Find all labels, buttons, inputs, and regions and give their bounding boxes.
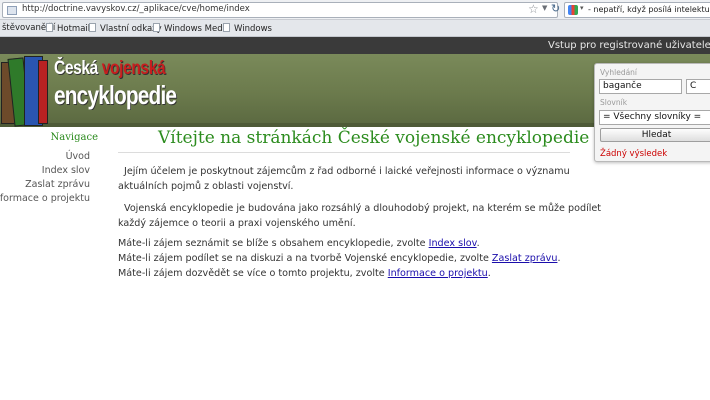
line-text: Máte-li zájem dozvědět se více o tomto p…: [118, 268, 388, 279]
nav-title: Navigace: [50, 132, 98, 143]
engine-dropdown-icon[interactable]: ▾: [580, 4, 584, 12]
page-title: Vítejte na stránkách České vojenské ency…: [158, 128, 590, 148]
project-paragraph: Vojenská encyklopedie je budována jako r…: [118, 201, 602, 231]
period: .: [557, 253, 561, 264]
bookmarks-bar: štěvovanější Hotmail Vlastní odkazy Wind…: [0, 20, 710, 37]
nav-item-informace[interactable]: Informace o projektu: [0, 193, 90, 204]
bookmark-label: Windows: [234, 24, 272, 34]
books-logo-icon: [0, 54, 50, 130]
bookmark-star-icon[interactable]: ☆: [528, 2, 539, 16]
links-paragraph: Máte-li zájem seznámit se blíže s obsahe…: [118, 236, 578, 281]
text-line: Máte-li zájem dozvědět se více o tomto p…: [118, 266, 578, 281]
link-zaslat-zpravu[interactable]: Zaslat zprávu: [492, 253, 558, 264]
browser-toolbar: http://doctrine.vavyskov.cz/_aplikace/cv…: [0, 0, 710, 20]
search-result: Žádný výsledek: [600, 149, 668, 159]
text-line: každý zájemce o teorii a praxi vojenskéh…: [118, 218, 356, 229]
history-dropdown-icon[interactable]: ▼: [542, 4, 547, 12]
nav-item-uvod[interactable]: Úvod: [66, 151, 90, 162]
bookmark-label: Windows Media: [164, 24, 231, 34]
site-logo-line1[interactable]: Česká vojenská: [54, 58, 166, 80]
browser-search-box[interactable]: ▾ - nepatří, když posílá intelektuály do…: [564, 2, 710, 18]
link-index-slov[interactable]: Index slov: [429, 238, 477, 249]
second-input[interactable]: C: [686, 79, 710, 94]
logo-word-ceska: Česká: [54, 58, 98, 79]
text-line: Máte-li zájem seznámit se blíže s obsahe…: [118, 236, 578, 251]
site-logo-line2[interactable]: encyklopedie: [54, 80, 177, 111]
bookmark-item-windows[interactable]: Windows: [223, 23, 272, 34]
search-panel: Vyhledání baganče C Slovník = Všechny sl…: [594, 63, 710, 162]
period: .: [487, 268, 491, 279]
bookmark-item-media[interactable]: Windows Media: [153, 23, 230, 34]
page-icon: [89, 23, 96, 32]
dictionary-label: Slovník: [600, 98, 628, 107]
bookmark-item-vlastni[interactable]: Vlastní odkazy: [89, 23, 162, 34]
page-icon: [223, 23, 230, 32]
intro-paragraph: Jejím účelem je poskytnout zájemcům z řa…: [118, 164, 578, 194]
line-text: Máte-li zájem seznámit se blíže s obsahe…: [118, 238, 429, 249]
login-link[interactable]: Vstup pro registrované uživatele | Př: [548, 40, 710, 51]
text-line: Vojenská encyklopedie je budována jako r…: [124, 203, 602, 214]
text-line: Máte-li zájem podílet se na diskuzi a na…: [118, 251, 578, 266]
logo-word-vojenska: vojenská: [101, 58, 166, 79]
text-line: aktuálních pojmů z oblasti vojenství.: [118, 181, 294, 192]
page-icon: [153, 23, 160, 32]
bookmark-item-hotmail[interactable]: Hotmail: [46, 23, 90, 34]
search-label: Vyhledání: [600, 68, 638, 77]
title-divider: [118, 152, 570, 153]
text-line: Jejím účelem je poskytnout zájemcům z řa…: [124, 166, 570, 177]
refresh-icon[interactable]: ↻: [551, 2, 560, 15]
nav-item-index[interactable]: Index slov: [42, 165, 90, 176]
search-button[interactable]: Hledat: [600, 128, 710, 142]
page-icon: [46, 23, 53, 32]
address-bar[interactable]: http://doctrine.vavyskov.cz/_aplikace/cv…: [2, 2, 560, 18]
google-icon: [568, 5, 578, 15]
browser-search-text: - nepatří, když posílá intelektuály do h…: [588, 5, 710, 14]
nav-item-zprava[interactable]: Zaslat zprávu: [25, 179, 90, 190]
site-topbar: Vstup pro registrované uživatele | Př: [0, 37, 710, 54]
link-informace[interactable]: Informace o projektu: [388, 268, 488, 279]
dictionary-select[interactable]: = Všechny slovníky =: [599, 110, 710, 125]
site-icon: [7, 6, 17, 15]
line-text: Máte-li zájem podílet se na diskuzi a na…: [118, 253, 492, 264]
search-input[interactable]: baganče: [599, 79, 682, 94]
url-text: http://doctrine.vavyskov.cz/_aplikace/cv…: [22, 4, 250, 14]
period: .: [476, 238, 480, 249]
bookmark-label: Hotmail: [57, 24, 91, 34]
